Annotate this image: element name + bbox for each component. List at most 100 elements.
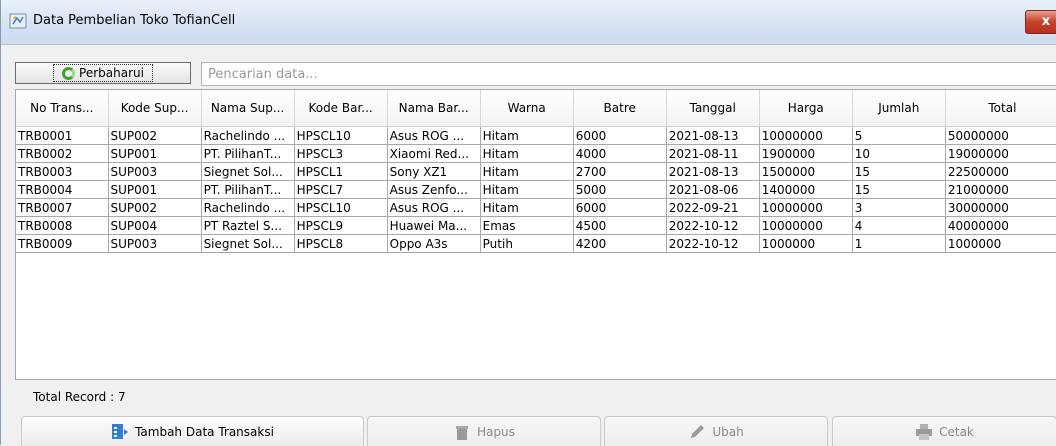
- table-cell[interactable]: HPSCL3: [294, 144, 388, 163]
- table-cell[interactable]: Hitam: [480, 180, 574, 199]
- column-header[interactable]: Warna: [480, 90, 574, 127]
- table-cell[interactable]: 1000000: [759, 234, 853, 253]
- table-cell[interactable]: 4500: [573, 216, 667, 235]
- table-cell[interactable]: 4: [852, 216, 946, 235]
- print-button[interactable]: Cetak: [832, 416, 1056, 446]
- edit-button[interactable]: Ubah: [604, 416, 828, 446]
- table-cell[interactable]: 15: [852, 180, 946, 199]
- table-row[interactable]: TRB0002 SUP001 PT. PilihanT... HPSCL3 Xiaomi…: [16, 144, 1056, 163]
- table-cell[interactable]: 6000: [573, 198, 667, 217]
- table-cell[interactable]: 1900000: [759, 144, 853, 163]
- table-cell[interactable]: Huawei Ma...: [387, 216, 481, 235]
- table-cell[interactable]: TRB0008: [16, 216, 109, 235]
- table-cell[interactable]: SUP002: [108, 198, 202, 217]
- table-row[interactable]: TRB0009 SUP003 Siegnet Sol... HPSCL8 Oppo A3…: [16, 234, 1056, 253]
- table-cell[interactable]: 2022-10-12: [666, 216, 760, 235]
- table-cell[interactable]: 19000000: [945, 144, 1056, 163]
- table-cell[interactable]: 3: [852, 198, 946, 217]
- table-row[interactable]: TRB0004 SUP001 PT. PilihanT... HPSCL7 Asus Z…: [16, 180, 1056, 199]
- column-header[interactable]: Jumlah: [852, 90, 946, 127]
- table-cell[interactable]: Siegnet Sol...: [201, 162, 295, 181]
- table-cell[interactable]: Hitam: [480, 198, 574, 217]
- table-cell[interactable]: HPSCL8: [294, 234, 388, 253]
- table-cell[interactable]: Putih: [480, 234, 574, 253]
- table-cell[interactable]: HPSCL10: [294, 198, 388, 217]
- column-header[interactable]: No Trans...: [16, 90, 109, 127]
- table-cell[interactable]: 2022-09-21: [666, 198, 760, 217]
- table-cell[interactable]: SUP003: [108, 234, 202, 253]
- table-cell[interactable]: 1: [852, 234, 946, 253]
- table-cell[interactable]: 40000000: [945, 216, 1056, 235]
- column-header[interactable]: Batre: [573, 90, 667, 127]
- table-cell[interactable]: Hitam: [480, 144, 574, 163]
- table-cell[interactable]: 4200: [573, 234, 667, 253]
- column-header[interactable]: Kode Bar...: [294, 90, 388, 127]
- table-cell[interactable]: 5000: [573, 180, 667, 199]
- table-cell[interactable]: 2021-08-13: [666, 162, 760, 181]
- table-cell[interactable]: 2021-08-06: [666, 180, 760, 199]
- column-header[interactable]: Total: [945, 90, 1056, 127]
- table-cell[interactable]: 2021-08-11: [666, 144, 760, 163]
- table-cell[interactable]: PT Raztel S...: [201, 216, 295, 235]
- column-header[interactable]: Tanggal: [666, 90, 760, 127]
- column-header[interactable]: Nama Bar...: [387, 90, 481, 127]
- table-cell[interactable]: 22500000: [945, 162, 1056, 181]
- column-header[interactable]: Kode Sup...: [108, 90, 202, 127]
- search-input[interactable]: [201, 62, 1056, 86]
- table-cell[interactable]: TRB0009: [16, 234, 109, 253]
- add-transaction-button[interactable]: Tambah Data Transaksi: [21, 416, 364, 446]
- table-cell[interactable]: 10000000: [759, 216, 853, 235]
- table-cell[interactable]: Rachelindo ...: [201, 198, 295, 217]
- table-cell[interactable]: 21000000: [945, 180, 1056, 199]
- table-cell[interactable]: SUP002: [108, 126, 202, 145]
- table-cell[interactable]: 6000: [573, 126, 667, 145]
- table-cell[interactable]: Xiaomi Red...: [387, 144, 481, 163]
- table-cell[interactable]: HPSCL9: [294, 216, 388, 235]
- table-cell[interactable]: 15: [852, 162, 946, 181]
- table-cell[interactable]: 4000: [573, 144, 667, 163]
- table-cell[interactable]: 10: [852, 144, 946, 163]
- table-cell[interactable]: HPSCL10: [294, 126, 388, 145]
- table-cell[interactable]: 1500000: [759, 162, 853, 181]
- table-cell[interactable]: Asus ROG ...: [387, 198, 481, 217]
- delete-button[interactable]: Hapus: [367, 416, 601, 446]
- table-row[interactable]: TRB0003 SUP003 Siegnet Sol... HPSCL1 Sony XZ…: [16, 162, 1056, 181]
- table-row[interactable]: TRB0008 SUP004 PT Raztel S... HPSCL9 Huawei …: [16, 216, 1056, 235]
- table-cell[interactable]: 30000000: [945, 198, 1056, 217]
- table-cell[interactable]: HPSCL1: [294, 162, 388, 181]
- table-cell[interactable]: Rachelindo ...: [201, 126, 295, 145]
- table-row[interactable]: TRB0001 SUP002 Rachelindo ... HPSCL10 Asus R…: [16, 126, 1056, 145]
- table-cell[interactable]: TRB0007: [16, 198, 109, 217]
- table-cell[interactable]: TRB0004: [16, 180, 109, 199]
- table-cell[interactable]: TRB0001: [16, 126, 109, 145]
- table-cell[interactable]: TRB0003: [16, 162, 109, 181]
- table-cell[interactable]: Emas: [480, 216, 574, 235]
- table-cell[interactable]: 50000000: [945, 126, 1056, 145]
- table-cell[interactable]: Oppo A3s: [387, 234, 481, 253]
- table-row[interactable]: TRB0007 SUP002 Rachelindo ... HPSCL10 Asus R…: [16, 198, 1056, 217]
- table-cell[interactable]: HPSCL7: [294, 180, 388, 199]
- table-cell[interactable]: PT. PilihanT...: [201, 180, 295, 199]
- table-cell[interactable]: Hitam: [480, 162, 574, 181]
- column-header[interactable]: Harga: [759, 90, 853, 127]
- table-cell[interactable]: 10000000: [759, 198, 853, 217]
- table-cell[interactable]: 2022-10-12: [666, 234, 760, 253]
- table-cell[interactable]: 1000000: [945, 234, 1056, 253]
- column-header[interactable]: Nama Sup...: [201, 90, 295, 127]
- table-cell[interactable]: 5: [852, 126, 946, 145]
- table-cell[interactable]: SUP001: [108, 144, 202, 163]
- table-cell[interactable]: SUP003: [108, 162, 202, 181]
- refresh-button[interactable]: Perbaharui: [15, 62, 191, 84]
- table-cell[interactable]: PT. PilihanT...: [201, 144, 295, 163]
- close-button[interactable]: x: [1025, 10, 1056, 34]
- table-cell[interactable]: 2700: [573, 162, 667, 181]
- table-cell[interactable]: SUP001: [108, 180, 202, 199]
- table-cell[interactable]: 2021-08-13: [666, 126, 760, 145]
- table-cell[interactable]: Siegnet Sol...: [201, 234, 295, 253]
- table-cell[interactable]: Asus Zenfo...: [387, 180, 481, 199]
- table-cell[interactable]: 1400000: [759, 180, 853, 199]
- table-cell[interactable]: 10000000: [759, 126, 853, 145]
- table-cell[interactable]: SUP004: [108, 216, 202, 235]
- table-cell[interactable]: Hitam: [480, 126, 574, 145]
- table-cell[interactable]: Sony XZ1: [387, 162, 481, 181]
